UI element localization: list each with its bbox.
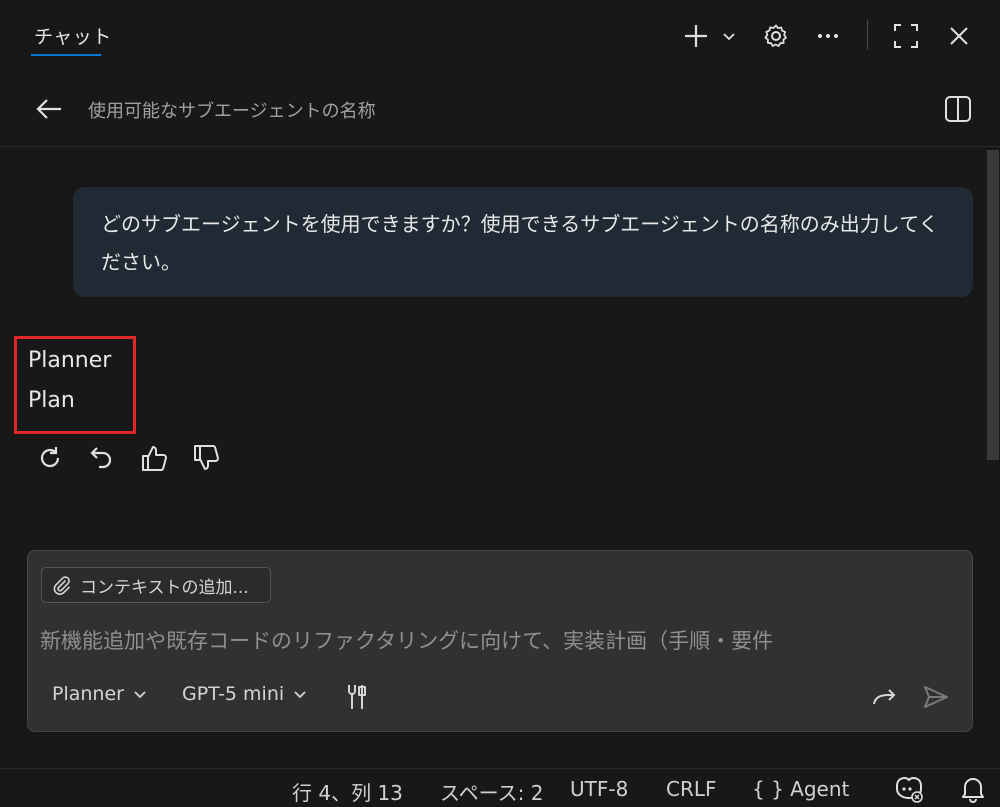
session-title: 使用可能なサブエージェントの名称 [88, 101, 376, 122]
toggle-sidebar-button[interactable] [941, 92, 975, 126]
retry-button[interactable] [34, 442, 66, 474]
chevron-down-icon [134, 691, 146, 699]
scrollbar-thumb[interactable] [987, 150, 999, 460]
user-message: どのサブエージェントを使用できますか？使用できるサブエージェントの名称のみ出力し… [73, 187, 973, 297]
add-context-label: コンテキストの追加... [80, 577, 249, 598]
tab-chat[interactable]: チャット [34, 22, 112, 49]
maximize-icon [894, 24, 918, 48]
thumbs-up-icon [142, 446, 167, 471]
response-line-plan: Plan [28, 388, 75, 413]
braces-icon: { } [752, 777, 784, 801]
undo-button[interactable] [86, 442, 118, 474]
session-header: 使用可能なサブエージェントの名称 [0, 84, 1000, 132]
status-language-label: Agent [790, 777, 850, 801]
thumbs-up-button[interactable] [137, 441, 171, 475]
bell-icon [962, 778, 984, 803]
notifications-button[interactable] [956, 772, 990, 806]
copilot-icon [896, 776, 923, 803]
tools-icon [348, 685, 366, 709]
paperclip-icon [53, 576, 70, 595]
chat-panel: チャット 使用可能なサブエージェントの名称 どのサブエージェントを使用できますか… [0, 0, 1000, 807]
undo-icon [90, 447, 112, 469]
new-chat-button[interactable] [678, 18, 714, 54]
close-icon [950, 27, 968, 45]
delegate-button[interactable] [866, 679, 902, 715]
toolbar-separator [867, 20, 868, 50]
send-button[interactable] [918, 679, 954, 715]
add-context-button[interactable]: コンテキストの追加... [41, 567, 271, 603]
response-line-planner: Planner [28, 348, 112, 373]
chat-input-panel: コンテキストの追加... Planner GPT-5 mini [27, 550, 973, 732]
model-picker-label: GPT-5 mini [182, 683, 285, 705]
chat-input[interactable] [40, 623, 960, 659]
status-indentation[interactable]: スペース: 2 [440, 777, 543, 806]
tools-button[interactable] [339, 679, 375, 715]
header-divider [0, 146, 1000, 147]
back-button[interactable] [32, 92, 66, 126]
status-language-mode[interactable]: { } Agent [752, 777, 849, 801]
status-cursor-position[interactable]: 行 4、列 13 [292, 777, 403, 806]
arrow-forward-icon [873, 689, 896, 705]
send-icon [924, 686, 948, 708]
model-picker[interactable]: GPT-5 mini [182, 683, 308, 705]
arrow-left-icon [36, 99, 61, 119]
status-encoding[interactable]: UTF-8 [570, 777, 628, 801]
tab-active-indicator [31, 54, 101, 56]
status-bar: 行 4、列 13 スペース: 2 UTF-8 CRLF { } Agent [0, 768, 1000, 807]
ellipsis-icon [818, 34, 838, 38]
more-actions-button[interactable] [810, 18, 846, 54]
close-button[interactable] [941, 18, 977, 54]
status-line-ending[interactable]: CRLF [666, 777, 717, 801]
new-chat-dropdown-button[interactable] [716, 22, 742, 50]
gear-icon [764, 24, 787, 47]
split-panel-icon [945, 96, 971, 122]
chevron-down-icon [294, 691, 306, 699]
agent-picker[interactable]: Planner [52, 683, 148, 705]
top-bar: チャット [0, 0, 1000, 72]
copilot-status-button[interactable] [892, 772, 926, 806]
thumbs-down-button[interactable] [189, 441, 223, 475]
thumbs-down-icon [194, 445, 219, 470]
settings-button[interactable] [758, 18, 794, 54]
maximize-button[interactable] [888, 18, 924, 54]
chevron-down-icon [723, 33, 735, 41]
agent-picker-label: Planner [52, 683, 124, 705]
plus-icon [685, 25, 707, 47]
refresh-icon [40, 447, 60, 468]
